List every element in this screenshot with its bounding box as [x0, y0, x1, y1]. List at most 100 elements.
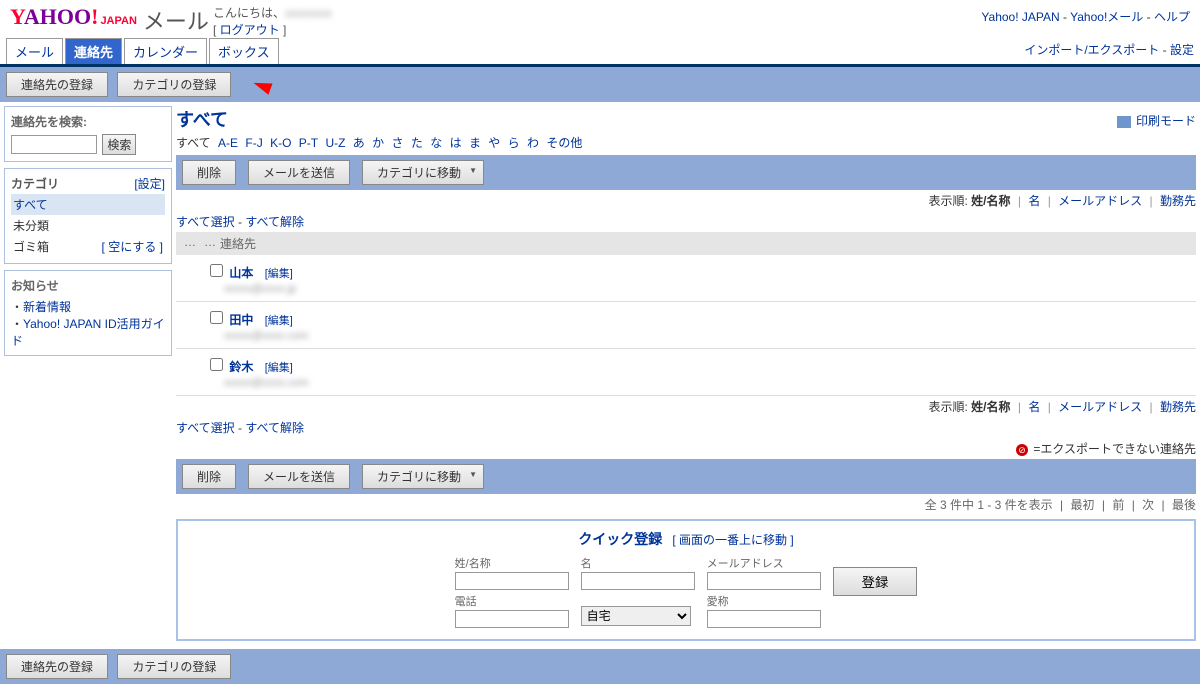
filter-link[interactable]: は [450, 136, 462, 150]
select-none-link[interactable]: すべて解除 [245, 421, 304, 435]
filter-link[interactable]: U-Z [325, 136, 345, 150]
filter-link[interactable]: わ [527, 136, 539, 150]
table-col-dots: … [200, 235, 220, 252]
quick-first-input[interactable] [581, 572, 695, 590]
help-link[interactable]: ヘルプ [1154, 10, 1190, 24]
quick-name-label: 姓/名称 [455, 555, 569, 571]
scroll-top-link[interactable]: [ 画面の一番上に移動 ] [672, 533, 793, 547]
sort-label: 表示順: [928, 400, 967, 414]
contact-name[interactable]: 鈴木 [229, 360, 253, 374]
arrow-annotation [251, 77, 272, 94]
news-item-new[interactable]: 新着情報 [23, 300, 71, 314]
category-trash[interactable]: ゴミ箱 [ 空にする ] [11, 236, 165, 257]
filter-link[interactable]: F-J [245, 136, 262, 150]
quick-register-panel: クイック登録 [ 画面の一番上に移動 ] 姓/名称 電話 名 . 自宅 [176, 519, 1196, 641]
contact-email: xxxxx@xxxx.com [224, 330, 1192, 342]
move-category-dropdown[interactable]: カテゴリに移動 [362, 464, 484, 489]
filter-link[interactable]: A-E [218, 136, 238, 150]
pagination-prev: 前 [1112, 498, 1124, 512]
sort-first[interactable]: 名 [1028, 400, 1040, 414]
filter-link[interactable]: あ [353, 136, 365, 150]
tab-calendar[interactable]: カレンダー [124, 38, 207, 64]
yahoo-japan-sub: JAPAN [100, 15, 136, 27]
mail-label: メール [143, 4, 209, 36]
printer-icon [1117, 116, 1131, 128]
sort-work[interactable]: 勤務先 [1160, 400, 1196, 414]
edit-link[interactable]: [編集] [265, 315, 293, 327]
select-none-link[interactable]: すべて解除 [245, 215, 304, 229]
quick-email-input[interactable] [707, 572, 821, 590]
quick-phone-type-select[interactable]: 自宅 [581, 606, 691, 626]
page-title: すべて [176, 106, 1196, 132]
delete-button[interactable]: 削除 [182, 160, 236, 185]
select-all-link[interactable]: すべて選択 [176, 421, 235, 435]
contact-name[interactable]: 山本 [229, 266, 253, 280]
edit-link[interactable]: [編集] [265, 362, 293, 374]
search-label: 連絡先を検索: [11, 113, 165, 130]
quick-phone-input[interactable] [455, 610, 569, 628]
sort-work[interactable]: 勤務先 [1160, 194, 1196, 208]
filter-link[interactable]: K-O [270, 136, 291, 150]
import-export-link[interactable]: インポート/エクスポート [1024, 43, 1159, 57]
greeting: こんにちは、xxxxxxx [ ログアウト ] [213, 4, 332, 38]
quick-nickname-label: 愛称 [707, 593, 821, 609]
register-category-button[interactable]: カテゴリの登録 [117, 72, 231, 97]
filter-link[interactable]: な [430, 136, 442, 150]
register-category-button-bottom[interactable]: カテゴリの登録 [117, 654, 231, 679]
search-box: 連絡先を検索: 検索 [4, 106, 172, 162]
row-checkbox[interactable] [210, 264, 223, 277]
search-input[interactable] [11, 135, 97, 154]
edit-link[interactable]: [編集] [265, 268, 293, 280]
print-mode-link[interactable]: 印刷モード [1136, 114, 1196, 128]
yahoo-mail-link[interactable]: Yahoo!メール [1070, 10, 1143, 24]
tab-box[interactable]: ボックス [209, 38, 279, 64]
category-all[interactable]: すべて [11, 194, 165, 215]
yahoo-japan-link[interactable]: Yahoo! JAPAN [981, 10, 1059, 24]
search-button[interactable]: 検索 [102, 134, 136, 155]
filter-link[interactable]: か [372, 136, 384, 150]
sort-email[interactable]: メールアドレス [1058, 194, 1142, 208]
quick-phone-label: 電話 [455, 593, 569, 609]
row-checkbox[interactable] [210, 358, 223, 371]
sep: - [1163, 43, 1170, 57]
sort-first[interactable]: 名 [1028, 194, 1040, 208]
no-export-icon: ⊘ [1016, 444, 1028, 456]
tab-mail[interactable]: メール [6, 38, 63, 64]
sort-name[interactable]: 姓/名称 [971, 194, 1010, 208]
send-mail-button[interactable]: メールを送信 [248, 160, 350, 185]
sort-name[interactable]: 姓/名称 [971, 400, 1010, 414]
move-category-dropdown[interactable]: カテゴリに移動 [362, 160, 484, 185]
quick-nickname-input[interactable] [707, 610, 821, 628]
logout-link[interactable]: ログアウト [220, 23, 280, 37]
categories-settings-link[interactable]: [設定] [134, 175, 165, 192]
filter-link[interactable]: ま [469, 136, 481, 150]
tab-contacts[interactable]: 連絡先 [65, 38, 122, 64]
contact-name[interactable]: 田中 [229, 313, 253, 327]
filter-link[interactable]: さ [392, 136, 404, 150]
quick-register-button[interactable]: 登録 [833, 567, 918, 596]
filter-link[interactable]: や [488, 136, 500, 150]
empty-trash-link[interactable]: [ 空にする ] [102, 238, 163, 255]
export-note: =エクスポートできない連絡先 [1033, 442, 1196, 456]
filter-all: すべて [176, 136, 211, 150]
filter-link[interactable]: P-T [299, 136, 318, 150]
quick-name-input[interactable] [455, 572, 569, 590]
filter-link[interactable]: た [411, 136, 423, 150]
settings-link[interactable]: 設定 [1170, 43, 1194, 57]
news-item-guide[interactable]: Yahoo! JAPAN ID活用ガイド [11, 317, 165, 348]
delete-button[interactable]: 削除 [182, 464, 236, 489]
filter-link[interactable]: その他 [546, 136, 582, 150]
quick-register-title: クイック登録 [578, 531, 662, 547]
register-contact-button-bottom[interactable]: 連絡先の登録 [6, 654, 108, 679]
row-checkbox[interactable] [210, 311, 223, 324]
yahoo-logo: YAHOO! [10, 4, 98, 29]
category-unclassified[interactable]: 未分類 [11, 215, 165, 236]
filter-link[interactable]: ら [508, 136, 520, 150]
categories-box: カテゴリ [設定] すべて 未分類 ゴミ箱 [ 空にする ] [4, 168, 172, 264]
register-contact-button[interactable]: 連絡先の登録 [6, 72, 108, 97]
send-mail-button[interactable]: メールを送信 [248, 464, 350, 489]
select-all-link[interactable]: すべて選択 [176, 215, 235, 229]
quick-first-label: 名 [581, 555, 695, 571]
quick-email-label: メールアドレス [707, 555, 821, 571]
sort-email[interactable]: メールアドレス [1058, 400, 1142, 414]
